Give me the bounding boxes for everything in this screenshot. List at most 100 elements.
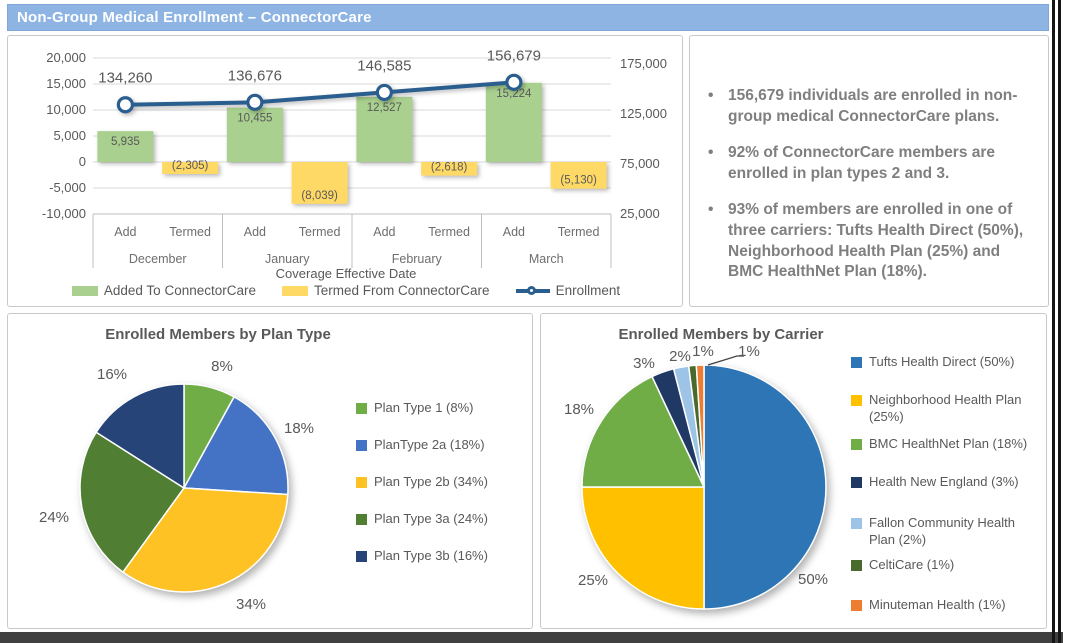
legend-swatch-icon bbox=[851, 357, 862, 368]
bullet-text: 156,679 individuals are enrolled in non-… bbox=[728, 86, 1034, 127]
left-axis-tick-label: -5,000 bbox=[49, 180, 86, 195]
pie-percent-label: 1% bbox=[738, 343, 760, 360]
pie-percent-label: 16% bbox=[97, 366, 127, 383]
legend-item: PlanType 2a (18%) bbox=[356, 437, 488, 454]
legend-label: Plan Type 3b (16%) bbox=[374, 548, 488, 565]
enrollment-line-group bbox=[118, 75, 521, 111]
pie-percent-label: 2% bbox=[669, 348, 691, 365]
bar-data-label: (2,305) bbox=[172, 160, 209, 172]
legend-item: Neighborhood Health Plan (25%) bbox=[851, 392, 1037, 426]
bar-data-label: (2,618) bbox=[431, 162, 468, 174]
plan-pie-legend: Plan Type 1 (8%) PlanType 2a (18%) Plan Ty… bbox=[356, 400, 488, 584]
bullet-item: • 156,679 individuals are enrolled in no… bbox=[708, 86, 1034, 127]
legend-item: Fallon Community Health Plan (2%) bbox=[851, 515, 1037, 549]
right-axis-tick-label: 125,000 bbox=[620, 106, 667, 121]
sub-category-label: Termed bbox=[428, 225, 470, 239]
left-axis-tick-label: 15,000 bbox=[46, 76, 86, 91]
left-axis-tick-label: -10,000 bbox=[42, 206, 86, 221]
summary-bullet-list: • 156,679 individuals are enrolled in no… bbox=[690, 36, 1048, 299]
pie-percent-label: 1% bbox=[692, 343, 714, 360]
legend-label: Neighborhood Health Plan (25%) bbox=[869, 392, 1037, 426]
bullet-icon: • bbox=[708, 86, 728, 127]
legend-swatch-icon bbox=[356, 403, 367, 414]
month-label: February bbox=[392, 252, 443, 266]
legend-item: CeltiCare (1%) bbox=[851, 557, 1037, 574]
bullet-icon: • bbox=[708, 200, 728, 282]
added-swatch-icon bbox=[72, 286, 98, 296]
legend-swatch-icon bbox=[356, 440, 367, 451]
legend-item: Plan Type 3a (24%) bbox=[356, 511, 488, 528]
legend-item: Plan Type 1 (8%) bbox=[356, 400, 488, 417]
window-edge-line bbox=[1058, 0, 1061, 643]
bars-group bbox=[97, 83, 606, 204]
legend-label: Plan Type 2b (34%) bbox=[374, 474, 488, 491]
legend-label: Termed From ConnectorCare bbox=[314, 283, 490, 298]
bar-data-label: 12,527 bbox=[367, 102, 402, 114]
legend-item-termed: Termed From ConnectorCare bbox=[282, 283, 490, 298]
pie-percent-label: 34% bbox=[236, 596, 266, 613]
pie-slice bbox=[582, 487, 704, 609]
marker-glyph bbox=[527, 286, 536, 295]
pie-percent-label: 24% bbox=[39, 509, 69, 526]
pie-percent-label: 8% bbox=[211, 358, 233, 375]
plan-type-pie-panel: Enrolled Members by Plan Type 8%18%34%24… bbox=[7, 313, 533, 629]
month-label: December bbox=[129, 252, 187, 266]
legend-label: Plan Type 1 (8%) bbox=[374, 400, 473, 417]
sub-category-label: Add bbox=[114, 225, 136, 239]
left-axis-tick-label: 0 bbox=[79, 154, 86, 169]
month-label: January bbox=[265, 252, 310, 266]
bar-data-label: 5,935 bbox=[111, 136, 140, 148]
legend-item: Health New England (3%) bbox=[851, 474, 1037, 491]
legend-label: PlanType 2a (18%) bbox=[374, 437, 485, 454]
legend-item-enrollment: Enrollment bbox=[516, 283, 621, 298]
legend-swatch-icon bbox=[851, 560, 862, 571]
bullet-item: • 92% of ConnectorCare members are enrol… bbox=[708, 143, 1034, 184]
sub-category-label: Add bbox=[503, 225, 525, 239]
pie-percent-label: 3% bbox=[633, 355, 655, 372]
legend-swatch-icon bbox=[356, 514, 367, 525]
legend-swatch-icon bbox=[851, 439, 862, 450]
carrier-pie-panel: Enrolled Members by Carrier 50%25%18%3%2… bbox=[540, 313, 1047, 629]
left-axis-tick-label: 10,000 bbox=[46, 102, 86, 117]
pie-group bbox=[80, 384, 288, 592]
legend-label: Fallon Community Health Plan (2%) bbox=[869, 515, 1037, 549]
left-axis-tick-label: 5,000 bbox=[53, 128, 86, 143]
bar-data-label: 10,455 bbox=[237, 113, 272, 125]
enrollment-data-label: 146,585 bbox=[357, 57, 411, 74]
legend-label: Plan Type 3a (24%) bbox=[374, 511, 488, 528]
bottom-border-strip bbox=[0, 632, 1063, 643]
pie-percent-label: 50% bbox=[798, 571, 828, 588]
right-axis-tick-label: 25,000 bbox=[620, 206, 660, 221]
legend-swatch-icon bbox=[356, 477, 367, 488]
legend-label: CeltiCare (1%) bbox=[869, 557, 1037, 574]
carrier-pie-chart: 50%25%18%3%2%1%1% bbox=[541, 314, 851, 628]
month-label: March bbox=[529, 252, 564, 266]
legend-swatch-icon bbox=[851, 477, 862, 488]
legend-swatch-icon bbox=[851, 518, 862, 529]
enrollment-combo-chart: 20,00015,00010,0005,0000-5,000-10,000175… bbox=[8, 36, 684, 280]
title-bar: Non-Group Medical Enrollment – Connector… bbox=[7, 4, 1049, 31]
bar-data-label: (5,130) bbox=[560, 175, 597, 187]
legend-swatch-icon bbox=[356, 551, 367, 562]
enrollment-data-label: 136,676 bbox=[228, 67, 282, 84]
right-axis-tick-label: 175,000 bbox=[620, 56, 667, 71]
enrollment-marker bbox=[377, 85, 391, 99]
enrollment-data-label: 134,260 bbox=[98, 70, 152, 87]
page-title: Non-Group Medical Enrollment – Connector… bbox=[17, 9, 372, 26]
legend-item-added: Added To ConnectorCare bbox=[72, 283, 256, 298]
enrollment-marker bbox=[507, 75, 521, 89]
legend-item: Plan Type 3b (16%) bbox=[356, 548, 488, 565]
pie-group bbox=[582, 365, 826, 609]
pie-percent-label: 18% bbox=[564, 401, 594, 418]
bar-data-label: (8,039) bbox=[301, 190, 338, 202]
legend-swatch-icon bbox=[851, 395, 862, 406]
x-axis-title: Coverage Effective Date bbox=[8, 266, 684, 281]
enrollment-marker bbox=[248, 95, 262, 109]
sub-category-label: Termed bbox=[558, 225, 600, 239]
legend-label: Tufts Health Direct (50%) bbox=[869, 354, 1037, 371]
legend-label: Added To ConnectorCare bbox=[104, 283, 256, 298]
dashboard-page: Non-Group Medical Enrollment – Connector… bbox=[0, 0, 1069, 643]
enrollment-line-swatch-icon bbox=[516, 286, 550, 296]
pie-percent-label: 18% bbox=[284, 420, 314, 437]
enrollment-line bbox=[125, 82, 514, 104]
